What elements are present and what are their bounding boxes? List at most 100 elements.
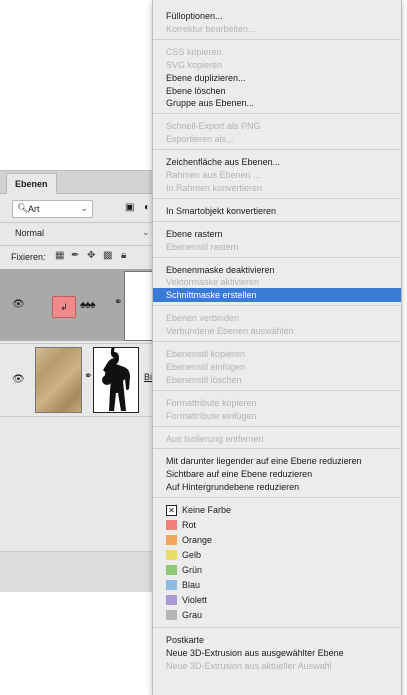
link-chain-icon[interactable]: ⚭ (84, 371, 92, 382)
filter-type-select[interactable]: 🔍︎ Art ⌄ (12, 200, 93, 218)
color-option-label: Gelb (182, 550, 202, 561)
figure-silhouette-icon (102, 348, 130, 411)
tab-layers[interactable]: Ebenen (6, 173, 57, 194)
texture-layer-thumbnail[interactable] (35, 347, 82, 413)
chevron-down-icon: ⌄ (142, 227, 150, 237)
blend-mode-value: Normal (15, 228, 45, 238)
menu-item-fülloptionen[interactable]: Fülloptionen... (153, 9, 401, 23)
menu-item-ebene-duplizieren[interactable]: Ebene duplizieren... (153, 71, 401, 85)
crowd-thumbnail-icon: ♠♠♠ (80, 299, 96, 311)
menu-separator (153, 149, 401, 151)
lock-paint-brush-icon[interactable]: ✒ (71, 250, 79, 261)
menu-separator (153, 220, 401, 222)
color-swatch-icon (166, 610, 177, 621)
menu-item-mit-darunter-liegender-auf-eine-ebene-reduzieren[interactable]: Mit darunter liegender auf eine Ebene re… (153, 454, 401, 468)
layer-row-selected[interactable]: 👁︎ ↲ ♠♠♠ ⚭ (0, 269, 162, 341)
color-option-keine-farbe[interactable]: ✕ Keine Farbe (153, 503, 401, 517)
menu-item-formattribute-einfügen: Formattribute einfügen (166, 410, 257, 421)
color-option-grau[interactable]: Grau (153, 608, 401, 622)
color-option-violett[interactable]: Violett (153, 593, 401, 607)
menu-separator (153, 38, 401, 40)
menu-item-ebenen-verbinden: Ebenen verbinden (166, 313, 240, 324)
link-chain-icon[interactable]: ⚭ (114, 297, 122, 308)
adjustment-layer-filter-icon[interactable]: ◐ (144, 202, 150, 213)
menu-item-ebenenstil-kopieren: Ebenenstil kopieren (166, 349, 246, 359)
color-swatch-icon (166, 565, 177, 576)
layer-filter-row: 🔍︎ Art ⌄ ▣ ◐ (0, 200, 160, 218)
menu-item-ebene-rastern[interactable]: Ebene rastern (153, 227, 401, 241)
menu-item-rahmen-aus-ebenen: Rahmen aus Ebenen ... (166, 170, 261, 180)
menu-item-gruppe-aus-ebenen[interactable]: Gruppe aus Ebenen... (153, 96, 401, 110)
lock-row: Fixieren: ▦ ✒ ✥ ▩ 🔒︎ (0, 249, 160, 265)
panel-footer (0, 551, 160, 592)
lock-transparency-icon[interactable]: ▦ (55, 250, 64, 261)
color-swatch-icon (166, 595, 177, 606)
color-option-orange[interactable]: Orange (153, 533, 401, 547)
menu-item-in-rahmen-konvertieren: In Rahmen konvertieren (166, 182, 263, 193)
color-swatch-icon (166, 520, 177, 531)
menu-item-vektormaske-aktivieren: Vektormaske aktivieren (166, 277, 260, 288)
menu-item-ebenenmaske-deaktivieren[interactable]: Ebenenmaske deaktivieren (153, 263, 401, 277)
menu-item-neue-3d-extrusion-aus-ausgewählter-ebene[interactable]: Neue 3D-Extrusion aus ausgewählter Ebene (153, 646, 401, 660)
filter-type-value: Art (28, 204, 40, 214)
color-swatch-icon (166, 535, 177, 546)
menu-separator (153, 341, 401, 342)
menu-item-schnittmaske-erstellen[interactable]: Schnittmaske erstellen (153, 288, 401, 303)
menu-separator (153, 389, 401, 391)
layers-panel: Ebenen 🔍︎ Art ⌄ ▣ ◐ Normal ⌄ Fixieren: ▦… (0, 170, 162, 592)
menu-separator (153, 113, 401, 115)
lock-position-move-icon[interactable]: ✥ (87, 250, 95, 261)
menu-item-korrektur-bearbeiten: Korrektur bearbeiten... (166, 23, 256, 34)
menu-item-neue-3d-extrusion-aus-aktueller-auswahl: Neue 3D-Extrusion aus aktueller Auswahl (166, 660, 332, 671)
menu-item-ebenenstil-rastern: Ebenenstil rastern (166, 241, 239, 252)
chevron-down-icon: ⌄ (80, 203, 88, 213)
color-option-gelb[interactable]: Gelb (153, 548, 401, 562)
menu-item-postkarte[interactable]: Postkarte (153, 633, 401, 647)
layer-row[interactable]: 👁︎ ⚭ Bi (0, 343, 160, 417)
pixel-layer-filter-icon[interactable]: ▣ (125, 202, 134, 213)
divider (0, 222, 160, 223)
color-option-label: Orange (182, 535, 213, 546)
visibility-eye-icon[interactable]: 👁︎ (12, 299, 25, 310)
clipping-indicator-icon: ↲ (52, 296, 76, 318)
menu-item-ebenenstil-löschen: Ebenenstil löschen (166, 374, 242, 385)
menu-item-svg-kopieren: SVG kopieren (166, 59, 223, 70)
menu-item-schnell-export-als-png: Schnell-Export als PNG (166, 121, 261, 132)
color-option-label: Grün (182, 565, 203, 576)
menu-separator (153, 497, 401, 499)
visibility-eye-icon[interactable]: 👁︎ (12, 374, 25, 385)
menu-separator (153, 256, 401, 258)
color-option-rot[interactable]: Rot (153, 518, 401, 532)
menu-item-zeichenfläche-aus-ebenen[interactable]: Zeichenfläche aus Ebenen... (153, 155, 401, 169)
menu-item-exportieren-als: Exportieren als... (166, 134, 234, 145)
menu-item-css-kopieren: CSS kopieren (166, 46, 222, 57)
silhouette-mask-thumbnail[interactable] (93, 347, 139, 413)
blend-mode-row[interactable]: Normal ⌄ (0, 226, 160, 242)
menu-item-aus-isolierung-entfernen: Aus Isolierung entfernen (166, 433, 264, 444)
menu-item-ebenenstil-einfügen: Ebenenstil einfügen (166, 361, 246, 372)
menu-item-auf-hintergrundebene-reduzieren[interactable]: Auf Hintergrundebene reduzieren (153, 480, 401, 494)
menu-item-ebene-löschen[interactable]: Ebene löschen (153, 84, 401, 98)
menu-separator (153, 425, 401, 427)
color-option-label: Grau (182, 610, 203, 621)
color-option-grün[interactable]: Grün (153, 563, 401, 577)
layer-name[interactable]: Bi (144, 372, 152, 382)
menu-separator (153, 448, 401, 450)
color-option-label: Keine Farbe (182, 505, 232, 516)
color-option-label: Rot (182, 520, 197, 531)
color-swatch-icon (166, 580, 177, 591)
menu-separator (153, 197, 401, 199)
lock-all-icon[interactable]: 🔒︎ (121, 250, 126, 261)
menu-separator (153, 627, 401, 629)
no-color-x-icon: ✕ (166, 505, 177, 517)
search-icon: 🔍︎ (17, 203, 29, 213)
color-option-blau[interactable]: Blau (153, 578, 401, 592)
panel-tabbar: Ebenen (0, 171, 160, 194)
menu-item-in-smartobjekt-konvertieren[interactable]: In Smartobjekt konvertieren (153, 204, 401, 218)
layer-context-menu: Fülloptionen... Korrektur bearbeiten... CS… (152, 0, 402, 695)
lock-label: Fixieren: (11, 252, 46, 262)
menu-item-sichtbare-auf-eine-ebene-reduzieren[interactable]: Sichtbare auf eine Ebene reduzieren (153, 467, 401, 481)
color-option-label: Blau (182, 580, 201, 591)
lock-artboard-icon[interactable]: ▩ (103, 250, 112, 261)
menu-item-formattribute-kopieren: Formattribute kopieren (166, 397, 257, 408)
